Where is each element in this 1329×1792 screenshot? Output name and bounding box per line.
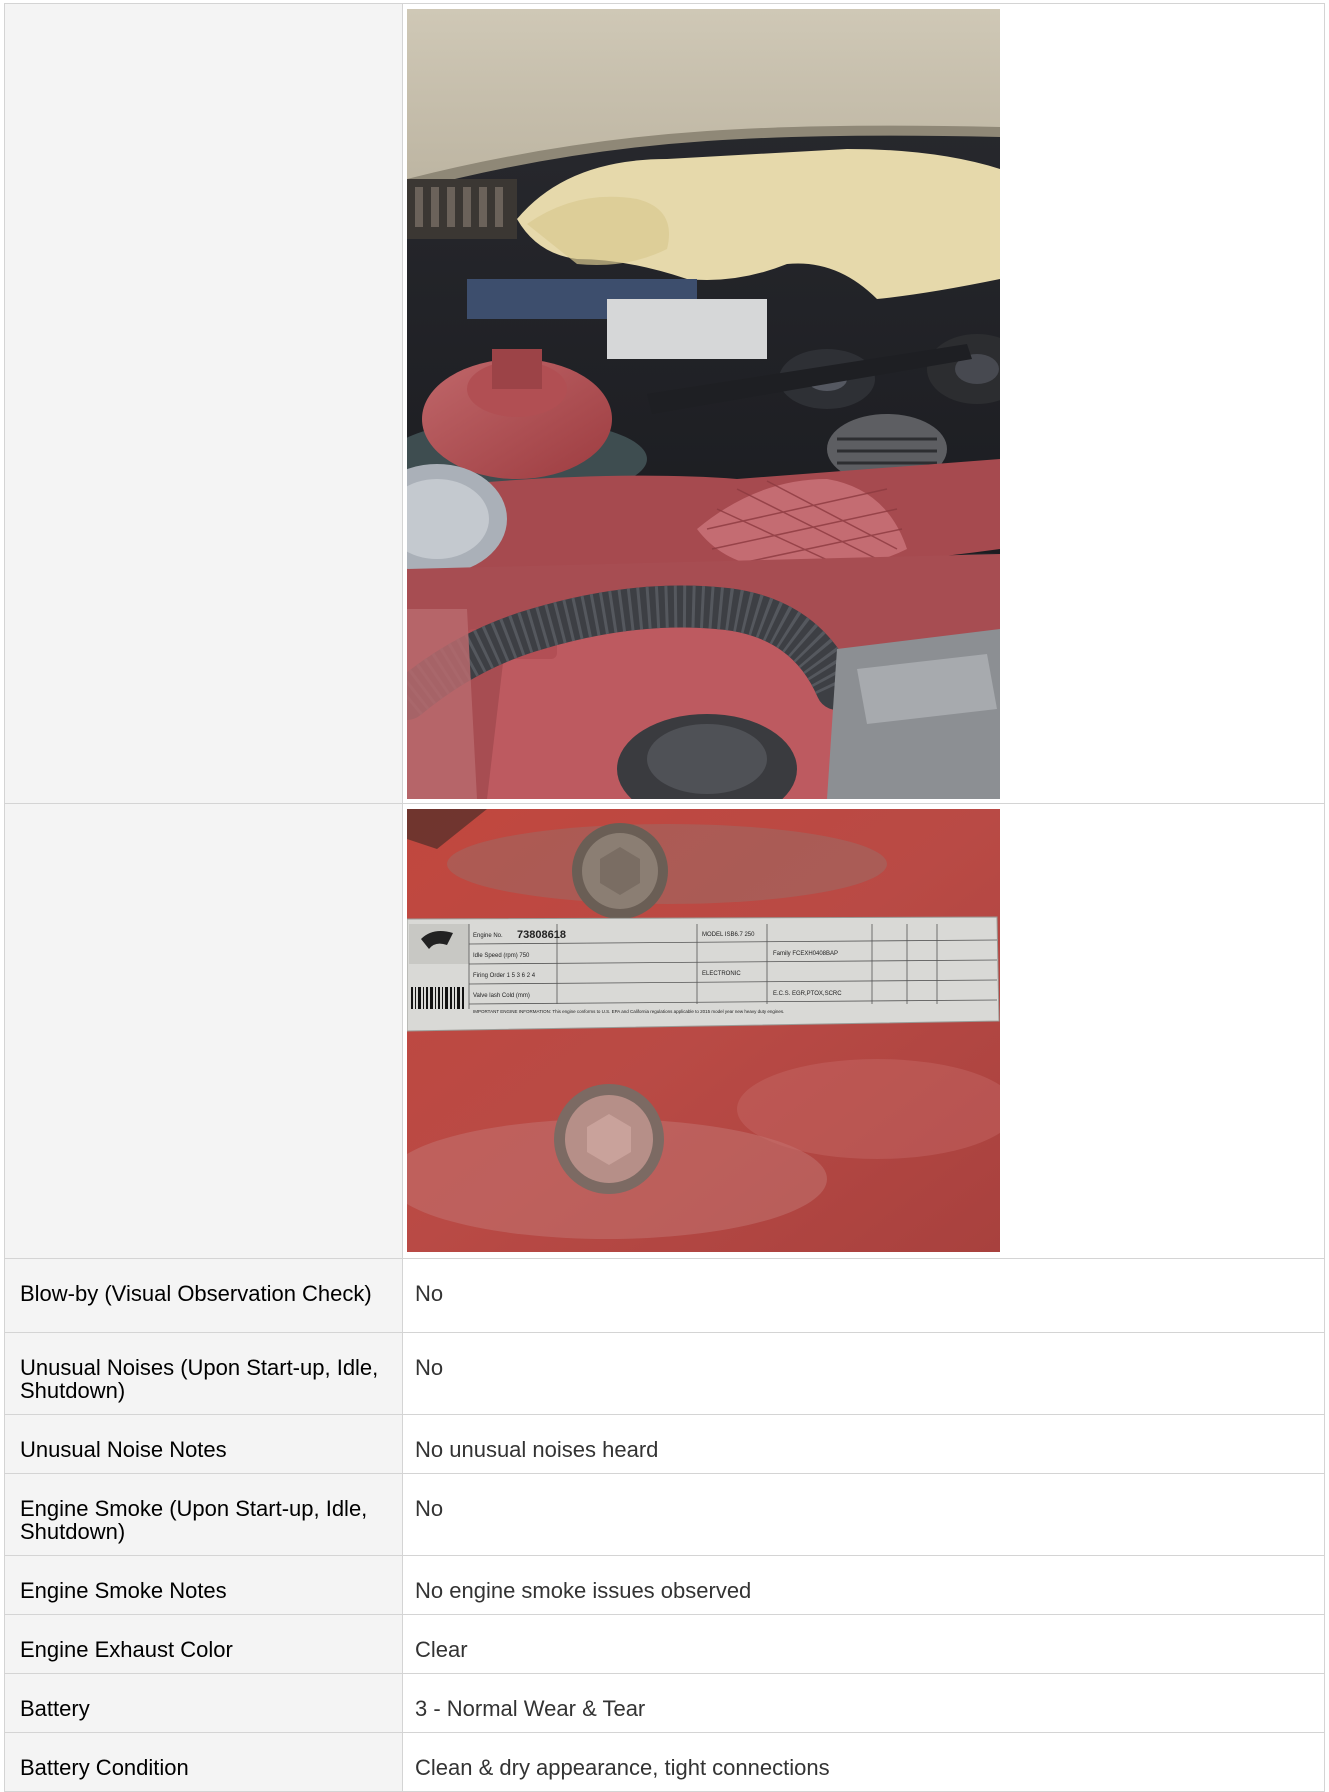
row-value: No (402, 1332, 1325, 1415)
photo-cell: Engine No. 73808618 MODEL ISB6.7 250 Idl… (402, 803, 1325, 1259)
table-row: Engine Exhaust Color Clear (4, 1614, 1325, 1674)
data-plate-label: Engine No. 73808618 MODEL ISB6.7 250 Idl… (407, 916, 1000, 1032)
table-row: Blow-by (Visual Observation Check) No (4, 1258, 1325, 1333)
engine-bay-photo[interactable] (407, 9, 1000, 799)
row-label: Unusual Noises (Upon Start-up, Idle, Shu… (4, 1332, 403, 1415)
row-value: No (402, 1258, 1325, 1333)
photo-row-data-plate: Engine No. 73808618 MODEL ISB6.7 250 Idl… (4, 803, 1325, 1259)
plate-firing-order: Firing Order 1 5 3 6 2 4 (473, 973, 536, 979)
engine-data-plate-photo[interactable]: Engine No. 73808618 MODEL ISB6.7 250 Idl… (407, 809, 1000, 1252)
table-row: Unusual Noises (Upon Start-up, Idle, Shu… (4, 1332, 1325, 1415)
row-label: Engine Smoke Notes (4, 1555, 403, 1615)
photo-row-engine-bay (4, 3, 1325, 804)
photo-label-cell (4, 803, 403, 1259)
row-value: No (402, 1473, 1325, 1556)
row-value: Clean & dry appearance, tight connection… (402, 1732, 1325, 1792)
plate-family: Family FCEXH0408BAP (773, 951, 838, 957)
table-row: Battery Condition Clean & dry appearance… (4, 1732, 1325, 1792)
row-label: Battery (4, 1673, 403, 1733)
row-value: No unusual noises heard (402, 1414, 1325, 1474)
row-value: No engine smoke issues observed (402, 1555, 1325, 1615)
row-label: Unusual Noise Notes (4, 1414, 403, 1474)
plate-ecs: E.C.S. EGR,PTOX,SCRC (773, 991, 842, 997)
plate-engine-no: 73808618 (517, 929, 566, 941)
plate-electronic: ELECTRONIC (702, 971, 741, 977)
row-label: Engine Smoke (Upon Start-up, Idle, Shutd… (4, 1473, 403, 1556)
svg-text:Engine No.: Engine No. (473, 933, 503, 939)
row-label: Battery Condition (4, 1732, 403, 1792)
inspection-table: Engine No. 73808618 MODEL ISB6.7 250 Idl… (4, 3, 1325, 1792)
plate-valve-lash: Valve lash Cold (mm) (473, 993, 530, 999)
row-label: Blow-by (Visual Observation Check) (4, 1258, 403, 1333)
row-label: Engine Exhaust Color (4, 1614, 403, 1674)
row-value: Clear (402, 1614, 1325, 1674)
photo-cell (402, 3, 1325, 804)
plate-model: MODEL ISB6.7 250 (702, 932, 755, 938)
plate-notice: IMPORTANT ENGINE INFORMATION: This engin… (473, 1009, 784, 1014)
row-value: 3 - Normal Wear & Tear (402, 1673, 1325, 1733)
table-row: Unusual Noise Notes No unusual noises he… (4, 1414, 1325, 1474)
photo-label-cell (4, 3, 403, 804)
table-row: Battery 3 - Normal Wear & Tear (4, 1673, 1325, 1733)
plate-idle-speed: Idle Speed (rpm) 750 (473, 953, 530, 959)
table-row: Engine Smoke Notes No engine smoke issue… (4, 1555, 1325, 1615)
table-row: Engine Smoke (Upon Start-up, Idle, Shutd… (4, 1473, 1325, 1556)
